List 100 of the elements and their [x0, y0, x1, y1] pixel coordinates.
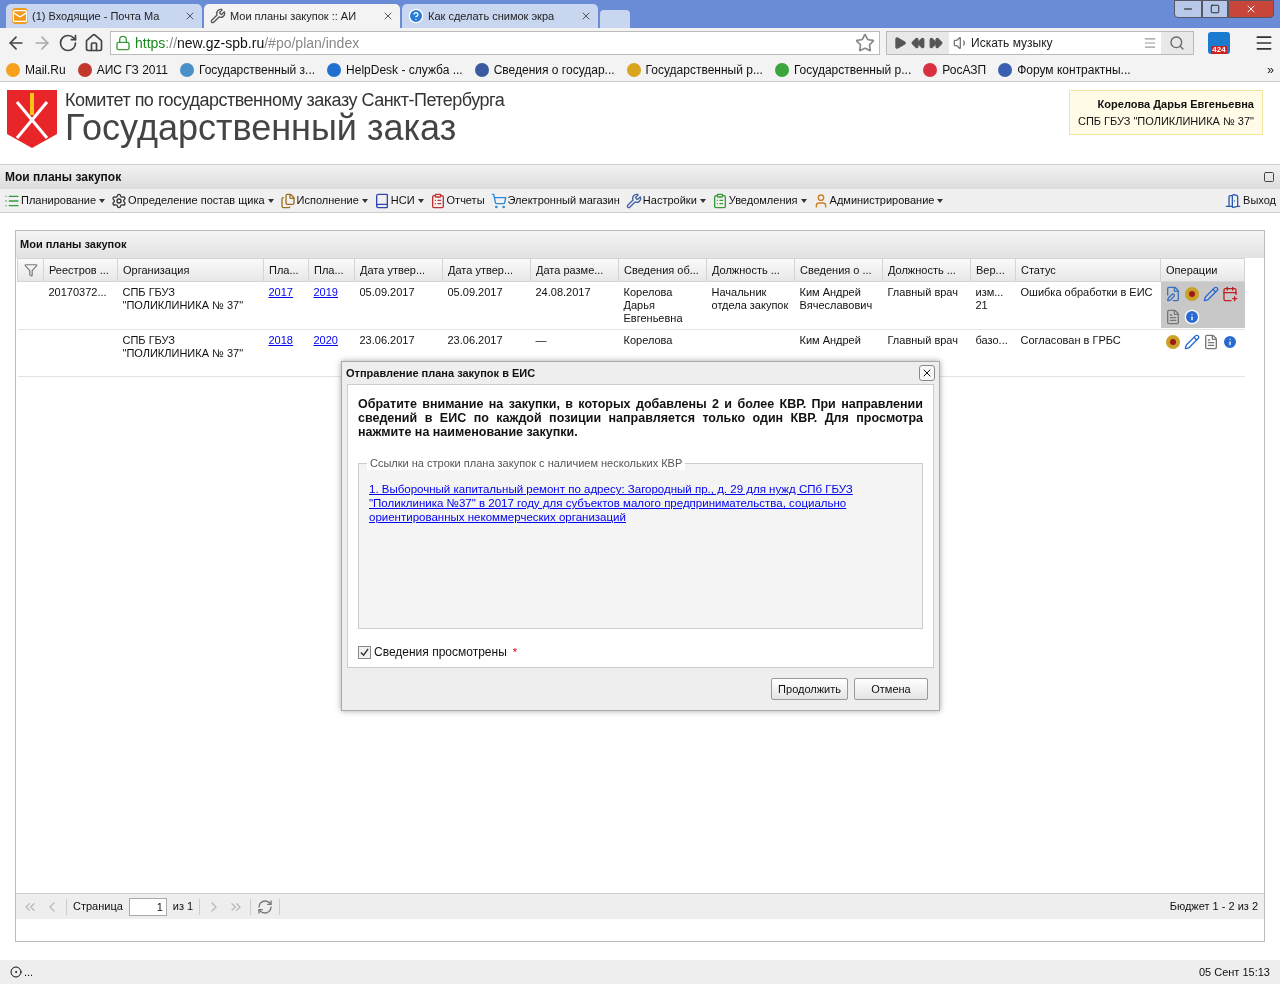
year-link[interactable]: 2020: [313, 334, 338, 346]
notepad-icon: [711, 192, 728, 209]
dialog-button[interactable]: Отмена: [854, 678, 928, 700]
menu-item[interactable]: Администрирование: [812, 192, 944, 209]
dialog-title: Отправление плана закупок в ЕИС: [346, 365, 536, 381]
column-header[interactable]: Должность ...: [882, 258, 971, 282]
table-cell: Главный врач: [887, 286, 958, 298]
close-icon[interactable]: [580, 10, 592, 22]
book-icon: [373, 192, 390, 209]
browser-tab[interactable]: Мои планы закупок :: АИ: [204, 4, 400, 28]
close-icon: [921, 367, 933, 379]
maximize-button[interactable]: [1202, 0, 1228, 18]
page-count: из 1: [172, 899, 194, 915]
collapse-icon[interactable]: [1263, 171, 1275, 183]
bookmark-item[interactable]: Государственный р...: [626, 60, 763, 79]
filter-header[interactable]: [17, 258, 44, 282]
reload-icon[interactable]: [58, 33, 78, 53]
column-header[interactable]: Дата утвер...: [442, 258, 531, 282]
dialog-button[interactable]: Продолжить: [771, 678, 848, 700]
url-text: https://new.gz-spb.ru/#po/plan/index: [135, 33, 361, 53]
pencil-icon[interactable]: [1202, 286, 1219, 302]
emblem-icon[interactable]: [1183, 286, 1200, 302]
tab-title: Мои планы закупок :: АИ: [230, 8, 358, 24]
browser-tab[interactable]: Как сделать снимок экра: [402, 4, 598, 28]
menu-icon[interactable]: [1254, 33, 1274, 53]
table-cell: Главный врач: [887, 334, 958, 346]
column-header[interactable]: Статус: [1015, 258, 1161, 282]
viewed-checkbox[interactable]: [358, 645, 371, 659]
menu-item[interactable]: Исполнение: [279, 192, 368, 209]
year-link[interactable]: 2019: [313, 286, 338, 298]
bookmark-item[interactable]: Государственный з...: [179, 60, 316, 79]
bookmark-item[interactable]: Форум контрактны...: [998, 60, 1131, 79]
pencil-icon[interactable]: [1183, 334, 1200, 350]
column-header[interactable]: Операции: [1160, 258, 1245, 282]
page-field[interactable]: 1: [128, 897, 167, 916]
table-cell: СПБ ГБУЗ "ПОЛИКЛИНИКА № 37": [122, 286, 244, 311]
bookmark-item[interactable]: Mail.Ru: [6, 60, 66, 79]
table-cell: 24.08.2017: [535, 286, 591, 298]
column-header[interactable]: Вер...: [970, 258, 1016, 282]
menu-item[interactable]: НСИ: [373, 192, 424, 209]
year-link[interactable]: 2018: [268, 334, 293, 346]
table-cell: 05.09.2017: [447, 286, 503, 298]
wrench-icon: [210, 8, 226, 24]
home-icon[interactable]: [84, 33, 104, 53]
column-header[interactable]: Организация: [117, 258, 264, 282]
table-cell: Корелова Дарья Евгеньевна: [623, 286, 683, 324]
bookmark-item[interactable]: Государственный р...: [774, 60, 912, 79]
bookmark-item[interactable]: РосАЗП: [923, 60, 987, 79]
address-bar[interactable]: https://new.gz-spb.ru/#po/plan/index: [110, 31, 880, 55]
document-icon[interactable]: [1164, 308, 1181, 325]
column-header[interactable]: Пла...: [308, 258, 355, 282]
table-cell: изм... 21: [975, 286, 1004, 311]
menu-item[interactable]: Настройки: [625, 192, 706, 209]
column-header[interactable]: Сведения об...: [618, 258, 707, 282]
document-edit-icon[interactable]: [1164, 286, 1181, 302]
menu-item[interactable]: Электронный магазин: [490, 192, 620, 209]
table-cell: 23.06.2017: [359, 334, 415, 346]
column-header[interactable]: Дата утвер...: [354, 258, 443, 282]
browser-tab[interactable]: (1) Входящие - Почта Ма: [6, 4, 202, 28]
coat-of-arms-logo: [7, 90, 57, 148]
documents-icon: [279, 192, 296, 209]
minimize-button[interactable]: [1174, 0, 1202, 18]
emblem-icon[interactable]: [1164, 334, 1181, 350]
column-header[interactable]: Дата разме...: [530, 258, 619, 282]
column-header[interactable]: Должность ...: [706, 258, 795, 282]
table-cell: 05.09.2017: [359, 286, 415, 298]
menu-item[interactable]: Планирование: [4, 192, 106, 209]
info-icon[interactable]: [1221, 334, 1238, 350]
purchase-link[interactable]: 1. Выборочный капитальный ремонт по адресу: Загородный пр., д. 29 для нужд СПб ГБУЗ "Поликлиника №37" в 2017 году для субъектов малого предпринимательства, социально ориентированных некоммерческих организаций: [369, 482, 912, 524]
close-button[interactable]: [919, 365, 935, 381]
table-cell: базо...: [975, 334, 1008, 346]
table-cell: 20170372...: [48, 286, 107, 298]
table-cell: Начальник отдела закупок: [711, 286, 789, 311]
exit-door-icon: [1225, 192, 1242, 209]
bookmark-item[interactable]: HelpDesk - служба ...: [327, 60, 463, 79]
more-bookmarks[interactable]: »: [1267, 60, 1274, 79]
committee-name: Комитет по государственному заказу Санкт-Петербурга: [65, 90, 505, 110]
calendar-add-icon[interactable]: [1221, 286, 1238, 302]
bookmark-star-icon[interactable]: [855, 33, 875, 53]
document-icon[interactable]: [1202, 334, 1219, 350]
table-cell: —: [535, 334, 547, 346]
bookmark-item[interactable]: Сведения о государ...: [474, 60, 615, 79]
extension-badge[interactable]: 424: [1208, 32, 1230, 54]
close-icon[interactable]: [382, 10, 394, 22]
menu-item[interactable]: Отчеты: [429, 192, 485, 209]
close-icon[interactable]: [184, 10, 196, 22]
column-header[interactable]: Сведения о ...: [794, 258, 883, 282]
year-link[interactable]: 2017: [268, 286, 293, 298]
menu-item[interactable]: Определение постав щика: [111, 192, 274, 209]
column-header[interactable]: Реестров ...: [43, 258, 118, 282]
tab-title: (1) Входящие - Почта Ма: [32, 8, 161, 24]
table-cell: Ким Андрей: [799, 334, 861, 346]
refresh-icon[interactable]: [257, 898, 274, 915]
menu-item[interactable]: Уведомления: [711, 192, 807, 209]
info-icon[interactable]: [1183, 308, 1200, 325]
table-cell: Ошибка обработки в ЕИС: [1020, 286, 1153, 298]
cart-icon: [490, 192, 507, 209]
column-header[interactable]: Пла...: [263, 258, 309, 282]
bookmark-item[interactable]: АИС ГЗ 2011: [77, 60, 168, 79]
logout-button[interactable]: Выход: [1225, 192, 1276, 209]
